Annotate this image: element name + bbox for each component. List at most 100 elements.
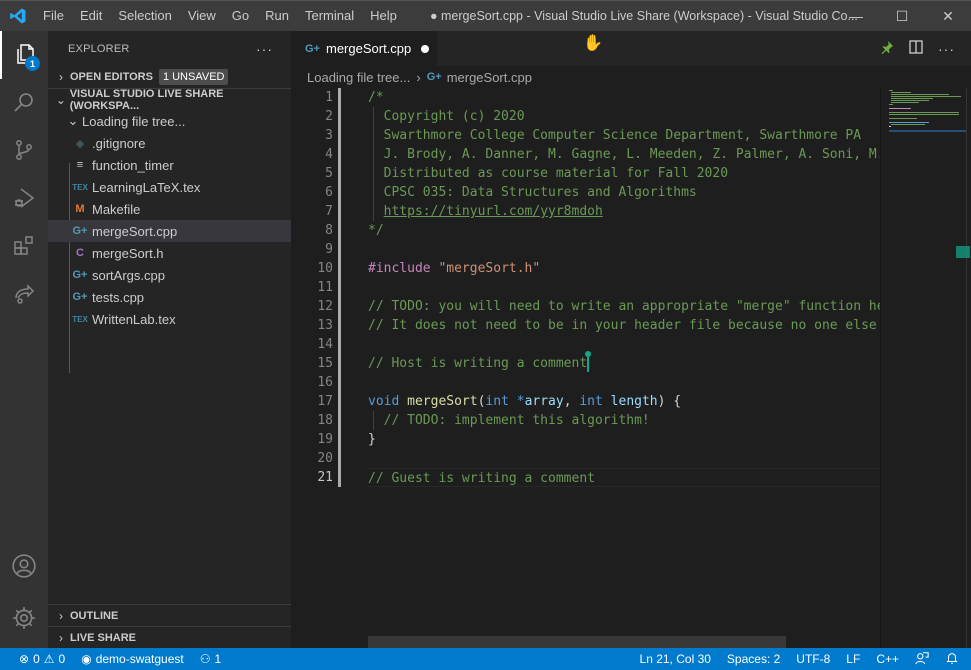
code-line[interactable]: Distributed as course material for Fall … bbox=[368, 164, 880, 183]
activity-explorer[interactable]: 1 bbox=[0, 31, 48, 79]
explorer-more-button[interactable]: ··· bbox=[256, 41, 273, 57]
code-line[interactable]: // Guest is writing a comment bbox=[368, 468, 880, 487]
menu-run[interactable]: Run bbox=[257, 1, 297, 31]
code-line[interactable] bbox=[368, 240, 880, 259]
cursor-position[interactable]: Ln 21, Col 30 bbox=[640, 652, 711, 666]
chevron-right-icon: › bbox=[416, 69, 421, 85]
close-button[interactable]: ✕ bbox=[925, 1, 971, 31]
outline-section[interactable]: › OUTLINE bbox=[48, 604, 291, 626]
file-item[interactable]: G+ sortArgs.cpp bbox=[48, 264, 291, 286]
indentation[interactable]: Spaces: 2 bbox=[727, 652, 780, 666]
code-token: // Host is writing a comment bbox=[368, 356, 588, 371]
line-number: 4 bbox=[325, 147, 333, 162]
line-number: 21 bbox=[317, 470, 333, 485]
code-line[interactable]: } bbox=[368, 430, 880, 449]
horizontal-scrollbar[interactable] bbox=[368, 636, 786, 648]
code-token: #include bbox=[368, 261, 439, 276]
code-line[interactable]: CPSC 035: Data Structures and Algorithms bbox=[368, 183, 880, 202]
tex-icon: TEX bbox=[72, 182, 88, 192]
code-token: ) { bbox=[657, 394, 682, 409]
editor-more-button[interactable]: ··· bbox=[938, 41, 955, 57]
line-number: 3 bbox=[325, 128, 333, 143]
menu-terminal[interactable]: Terminal bbox=[297, 1, 362, 31]
open-editors-section[interactable]: › OPEN EDITORS 1 UNSAVED bbox=[48, 66, 291, 88]
file-item[interactable]: G+ tests.cpp bbox=[48, 286, 291, 308]
breadcrumb-folder[interactable]: Loading file tree... bbox=[307, 70, 410, 85]
code-line[interactable] bbox=[368, 278, 880, 297]
broadcast-icon: ◉ bbox=[81, 652, 92, 666]
host-cursor-icon bbox=[585, 351, 592, 372]
feedback-icon[interactable] bbox=[915, 651, 929, 668]
code-line[interactable]: // It does not need to be in your header… bbox=[368, 316, 880, 335]
menu-view[interactable]: View bbox=[180, 1, 224, 31]
chevron-right-icon: › bbox=[59, 608, 63, 623]
activity-run-debug[interactable] bbox=[0, 175, 48, 223]
menu-file[interactable]: File bbox=[35, 1, 72, 31]
breadcrumb-file[interactable]: mergeSort.cpp bbox=[447, 70, 532, 85]
activity-live-share[interactable] bbox=[0, 271, 48, 319]
vertical-scrollbar[interactable] bbox=[966, 88, 971, 648]
activity-accounts[interactable] bbox=[0, 543, 48, 591]
code-line[interactable]: /* bbox=[368, 88, 880, 107]
workspace-section[interactable]: ⌄ VISUAL STUDIO LIVE SHARE (WORKSPA... bbox=[48, 88, 291, 112]
minimap[interactable] bbox=[880, 88, 967, 648]
code-token: // Guest is writing a comment bbox=[368, 471, 595, 486]
code-editor[interactable]: 1 2 3 4 5 6 7 8 9 10 11 12 13 14 15 16 17 18 19 20 21 /* Cop… bbox=[291, 88, 971, 648]
file-item[interactable]: TEX LearningLaTeX.tex bbox=[48, 176, 291, 198]
code-line[interactable] bbox=[368, 335, 880, 354]
activity-search[interactable] bbox=[0, 79, 48, 127]
participants-indicator[interactable]: ⚇ 1 bbox=[195, 652, 226, 666]
unsaved-dot-icon[interactable] bbox=[421, 44, 430, 53]
file-item[interactable]: CmergeSort.h bbox=[48, 242, 291, 264]
code-content[interactable]: /* Copyright (c) 2020 Swarthmore College… bbox=[368, 88, 880, 487]
file-name: function_timer bbox=[92, 157, 174, 173]
code-line[interactable]: */ bbox=[368, 221, 880, 240]
activity-source-control[interactable] bbox=[0, 127, 48, 175]
code-line[interactable]: // TODO: you will need to write an appro… bbox=[368, 297, 880, 316]
code-line[interactable]: Swarthmore College Computer Science Depa… bbox=[368, 126, 880, 145]
line-number: 20 bbox=[317, 451, 333, 466]
menu-help[interactable]: Help bbox=[362, 1, 405, 31]
code-line[interactable]: void mergeSort(int *array, int length) { bbox=[368, 392, 880, 411]
file-item[interactable]: TEX WrittenLab.tex bbox=[48, 308, 291, 330]
folder-loading[interactable]: ⌄ Loading file tree... bbox=[48, 110, 291, 132]
code-token: array bbox=[524, 394, 564, 409]
folder-label: Loading file tree... bbox=[82, 113, 186, 129]
pin-icon[interactable] bbox=[880, 40, 894, 57]
code-token: * bbox=[516, 394, 525, 409]
file-item[interactable]: G+ mergeSort.cpp bbox=[48, 220, 291, 242]
split-editor-icon[interactable] bbox=[908, 39, 924, 58]
minimize-button[interactable]: — bbox=[833, 1, 879, 31]
file-item[interactable]: ≡ function_timer bbox=[48, 154, 291, 176]
notifications-icon[interactable] bbox=[945, 651, 959, 668]
account-icon bbox=[11, 553, 37, 582]
menu-edit[interactable]: Edit bbox=[72, 1, 110, 31]
code-line[interactable] bbox=[368, 449, 880, 468]
file-item[interactable]: ◆ .gitignore bbox=[48, 132, 291, 154]
code-line[interactable]: // Host is writing a comment bbox=[368, 351, 880, 373]
live-share-status[interactable]: ◉ demo-swatguest bbox=[76, 652, 189, 666]
menu-selection[interactable]: Selection bbox=[110, 1, 179, 31]
file-item[interactable]: M Makefile bbox=[48, 198, 291, 220]
file-name: sortArgs.cpp bbox=[92, 267, 165, 283]
code-line[interactable]: // TODO: implement this algorithm! bbox=[368, 411, 880, 430]
code-line[interactable] bbox=[368, 373, 880, 392]
maximize-button[interactable]: ☐ bbox=[879, 1, 925, 31]
menu-go[interactable]: Go bbox=[224, 1, 257, 31]
code-line[interactable]: J. Brody, A. Danner, M. Gagne, L. Meeden… bbox=[368, 145, 880, 164]
activity-manage[interactable] bbox=[0, 595, 48, 643]
code-line[interactable]: Copyright (c) 2020 bbox=[368, 107, 880, 126]
line-ending[interactable]: LF bbox=[846, 652, 860, 666]
code-link[interactable]: https://tinyurl.com/yyr8mdoh bbox=[384, 204, 603, 219]
code-token: // It does not need to be in your header… bbox=[368, 318, 877, 333]
code-line[interactable]: #include "mergeSort.h" bbox=[368, 259, 880, 278]
tab-mergesort-cpp[interactable]: G+ mergeSort.cpp bbox=[291, 31, 437, 66]
code-line[interactable]: https://tinyurl.com/yyr8mdoh bbox=[368, 202, 880, 221]
live-share-section[interactable]: › LIVE SHARE bbox=[48, 626, 291, 648]
remote-cursor-scroll-marker bbox=[956, 246, 970, 258]
encoding[interactable]: UTF-8 bbox=[796, 652, 830, 666]
problems-indicator[interactable]: ⊗ 0 ⚠ 0 bbox=[14, 652, 70, 666]
explorer-sidebar: EXPLORER ··· › OPEN EDITORS 1 UNSAVED ⌄ … bbox=[48, 31, 291, 648]
language-mode[interactable]: C++ bbox=[876, 652, 899, 666]
activity-extensions[interactable] bbox=[0, 223, 48, 271]
